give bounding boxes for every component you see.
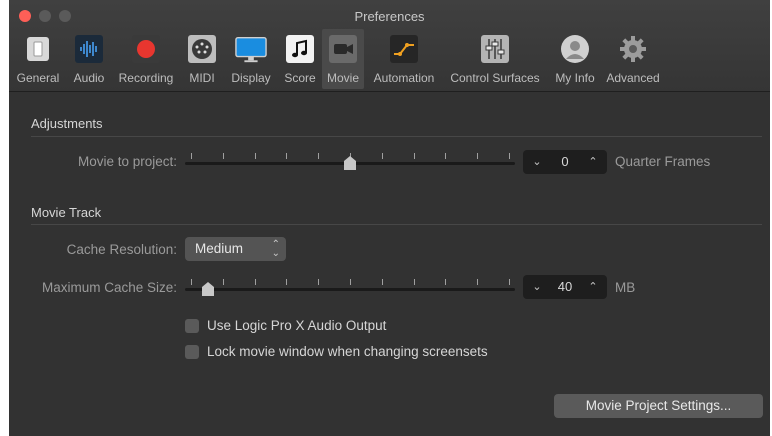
slider-tick: [382, 279, 383, 285]
movie-project-settings-button[interactable]: Movie Project Settings...: [554, 394, 763, 418]
adjustments-title: Adjustments: [31, 116, 103, 131]
movie-to-project-stepper[interactable]: ⌄ 0 ⌃: [523, 150, 607, 174]
tab-label: Audio: [73, 71, 105, 85]
chevron-up-icon[interactable]: ⌃: [583, 275, 603, 299]
tab-general[interactable]: General: [15, 29, 61, 89]
popup-value: Medium: [195, 241, 244, 256]
slider-tick: [445, 153, 446, 159]
tab-label: Movie: [326, 71, 359, 85]
lock-movie-window-label[interactable]: Lock movie window when changing screense…: [207, 343, 488, 361]
max-cache-size-stepper[interactable]: ⌄ 40 ⌃: [523, 275, 607, 299]
slider-tick: [223, 153, 224, 159]
automation-icon: [388, 33, 420, 65]
user-avatar-icon: [559, 33, 591, 65]
music-note-icon: [284, 33, 316, 65]
slider-tick: [286, 279, 287, 285]
tab-advanced[interactable]: Advanced: [603, 29, 663, 89]
use-audio-output-row[interactable]: Use Logic Pro X Audio Output: [185, 317, 425, 335]
window-title: Preferences: [354, 9, 425, 24]
lock-movie-window-row[interactable]: Lock movie window when changing screense…: [185, 343, 525, 361]
slider-thumb[interactable]: [343, 156, 357, 171]
slider-thumb[interactable]: [201, 282, 215, 297]
slider-tick: [477, 153, 478, 159]
general-icon: [22, 33, 54, 65]
slider-tick: [445, 279, 446, 285]
slider-tick: [350, 279, 351, 285]
slider-tick: [318, 279, 319, 285]
slider-tick: [255, 153, 256, 159]
control-surfaces-icon: [479, 33, 511, 65]
tab-label: My Info: [555, 71, 595, 85]
slider-tick: [223, 279, 224, 285]
adjustments-divider: [31, 136, 762, 137]
tab-recording[interactable]: Recording: [115, 29, 177, 89]
movie-track-title: Movie Track: [31, 205, 102, 220]
display-monitor-icon: [235, 33, 267, 65]
use-audio-output-label[interactable]: Use Logic Pro X Audio Output: [207, 317, 386, 335]
slider-tick: [509, 279, 510, 285]
tab-display[interactable]: Display: [227, 29, 275, 89]
title-bar: Preferences General Audio Recording MIDI…: [9, 0, 770, 92]
record-icon: [130, 33, 162, 65]
tab-movie[interactable]: Movie: [322, 29, 364, 89]
tab-label: Display: [231, 71, 271, 85]
tab-score[interactable]: Score: [281, 29, 319, 89]
slider-tick: [382, 153, 383, 159]
slider-tick: [191, 153, 192, 159]
tab-audio[interactable]: Audio: [69, 29, 109, 89]
movie-track-divider: [31, 224, 762, 225]
midi-connector-icon: [186, 33, 218, 65]
stepper-value[interactable]: 40: [547, 275, 583, 299]
tab-midi[interactable]: MIDI: [185, 29, 219, 89]
tab-control-surfaces[interactable]: Control Surfaces: [445, 29, 545, 89]
tab-my-info[interactable]: My Info: [551, 29, 599, 89]
slider-tick: [286, 153, 287, 159]
slider-tick: [191, 279, 192, 285]
chevron-down-icon[interactable]: ⌄: [527, 150, 547, 174]
tab-label: Control Surfaces: [450, 71, 540, 85]
cache-resolution-label: Cache Resolution:: [66, 242, 177, 257]
movie-camera-icon: [327, 33, 359, 65]
tab-label: Score: [284, 71, 316, 85]
stepper-value[interactable]: 0: [547, 150, 583, 174]
chevron-up-icon[interactable]: ⌃: [583, 150, 603, 174]
slider-track: [185, 288, 515, 291]
slider-tick: [414, 153, 415, 159]
cache-resolution-popup[interactable]: Medium ⌃ ⌄: [185, 237, 286, 261]
mb-unit: MB: [615, 280, 636, 295]
use-audio-output-checkbox[interactable]: [185, 319, 199, 333]
tab-label: Advanced: [606, 71, 660, 85]
max-cache-size-slider[interactable]: [185, 279, 515, 299]
movie-to-project-slider[interactable]: [185, 153, 515, 173]
slider-tick: [477, 279, 478, 285]
tab-automation[interactable]: Automation: [369, 29, 439, 89]
gear-icon: [617, 33, 649, 65]
preferences-window: Preferences General Audio Recording MIDI…: [9, 0, 770, 436]
slider-tick: [509, 153, 510, 159]
movie-to-project-label: Movie to project:: [77, 154, 177, 169]
tab-label: Recording: [118, 71, 174, 85]
updown-arrows-icon: ⌃ ⌄: [271, 239, 280, 259]
tab-label: General: [16, 71, 60, 85]
audio-waveform-icon: [73, 33, 105, 65]
slider-tick: [255, 279, 256, 285]
slider-tick: [414, 279, 415, 285]
quarter-frames-unit: Quarter Frames: [615, 154, 711, 169]
max-cache-size-label: Maximum Cache Size:: [41, 280, 177, 295]
chevron-down-icon[interactable]: ⌄: [527, 275, 547, 299]
slider-tick: [318, 153, 319, 159]
tab-label: MIDI: [189, 71, 215, 85]
tab-label: Automation: [373, 71, 435, 85]
lock-movie-window-checkbox[interactable]: [185, 345, 199, 359]
